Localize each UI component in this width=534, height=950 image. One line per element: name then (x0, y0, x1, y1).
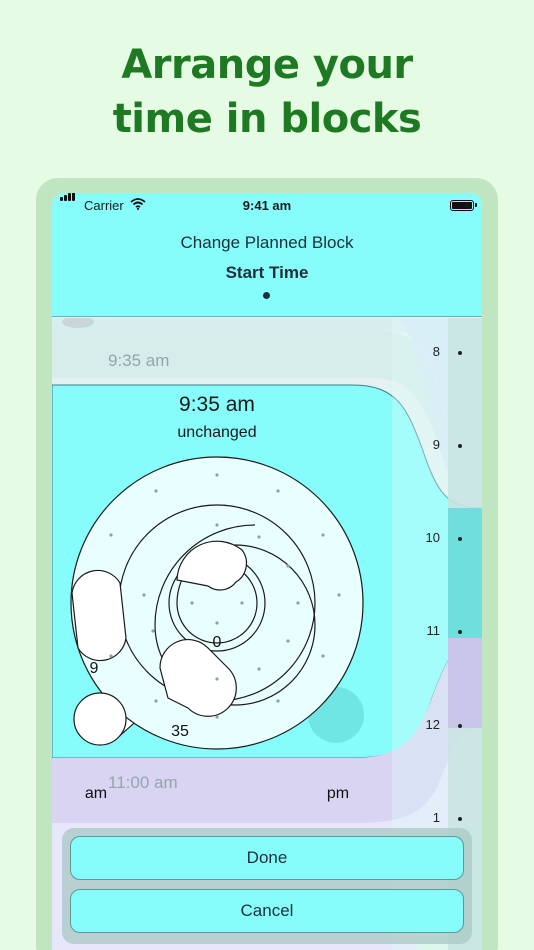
previous-block-time[interactable]: 9:35 am (108, 351, 169, 371)
status-bar: Carrier 9:41 am (52, 193, 482, 219)
spiral-time-dial[interactable] (52, 443, 382, 773)
am-toggle[interactable]: am (76, 785, 116, 803)
hour-dot (458, 444, 462, 448)
battery-icon (450, 200, 477, 211)
hour-mark: 11 (426, 623, 441, 638)
hour-dot (458, 724, 462, 728)
next-block-time[interactable]: 11:00 am (108, 773, 178, 793)
page-title: Change Planned Block (180, 233, 354, 252)
dial-center-value: 0 (212, 634, 222, 651)
page-indicator-dot[interactable] (263, 292, 270, 299)
hour-mark: 8 (432, 344, 440, 359)
change-status: unchanged (177, 424, 257, 441)
hour-dot (458, 537, 462, 541)
pm-toggle[interactable]: pm (318, 785, 358, 803)
cancel-button[interactable]: Cancel (70, 889, 464, 933)
minute-handle[interactable]: 35 (160, 723, 200, 741)
selected-time: 9:35 am (179, 393, 255, 416)
hour-mark: 9 (432, 437, 440, 452)
hour-mark: 1 (432, 810, 440, 825)
headline: Arrange your time in blocks (0, 38, 534, 146)
hour-mark: 10 (425, 530, 440, 545)
hour-handle[interactable]: 9 (74, 660, 114, 678)
hour-mark: 12 (425, 717, 440, 732)
headline-line-2: time in blocks (112, 96, 422, 142)
status-time: 9:41 am (242, 198, 292, 213)
headline-line-1: Arrange your (121, 42, 413, 88)
hour-dot (458, 817, 462, 821)
hour-dot (458, 351, 462, 355)
page-subtitle: Start Time (225, 263, 309, 282)
navigation-header: Carrier 9:41 am Change Planned Block Sta… (52, 193, 482, 317)
hour-dot (458, 630, 462, 634)
done-button[interactable]: Done (70, 836, 464, 880)
